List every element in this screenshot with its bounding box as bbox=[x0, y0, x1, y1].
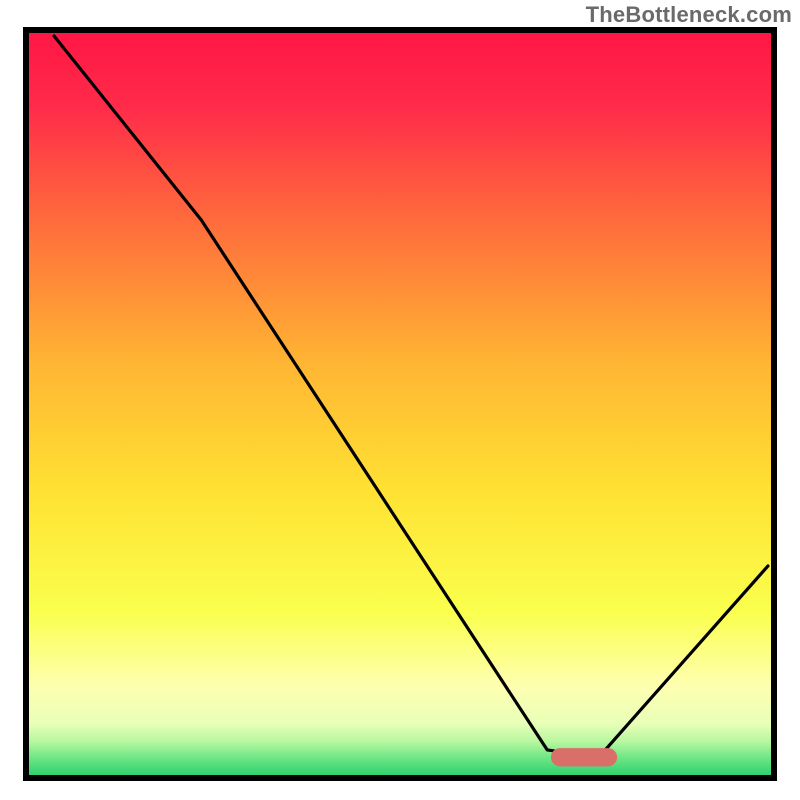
optimum-marker bbox=[551, 748, 617, 766]
watermark-text: TheBottleneck.com bbox=[586, 2, 792, 28]
chart-container: TheBottleneck.com bbox=[0, 0, 800, 800]
bottleneck-chart bbox=[0, 0, 800, 800]
